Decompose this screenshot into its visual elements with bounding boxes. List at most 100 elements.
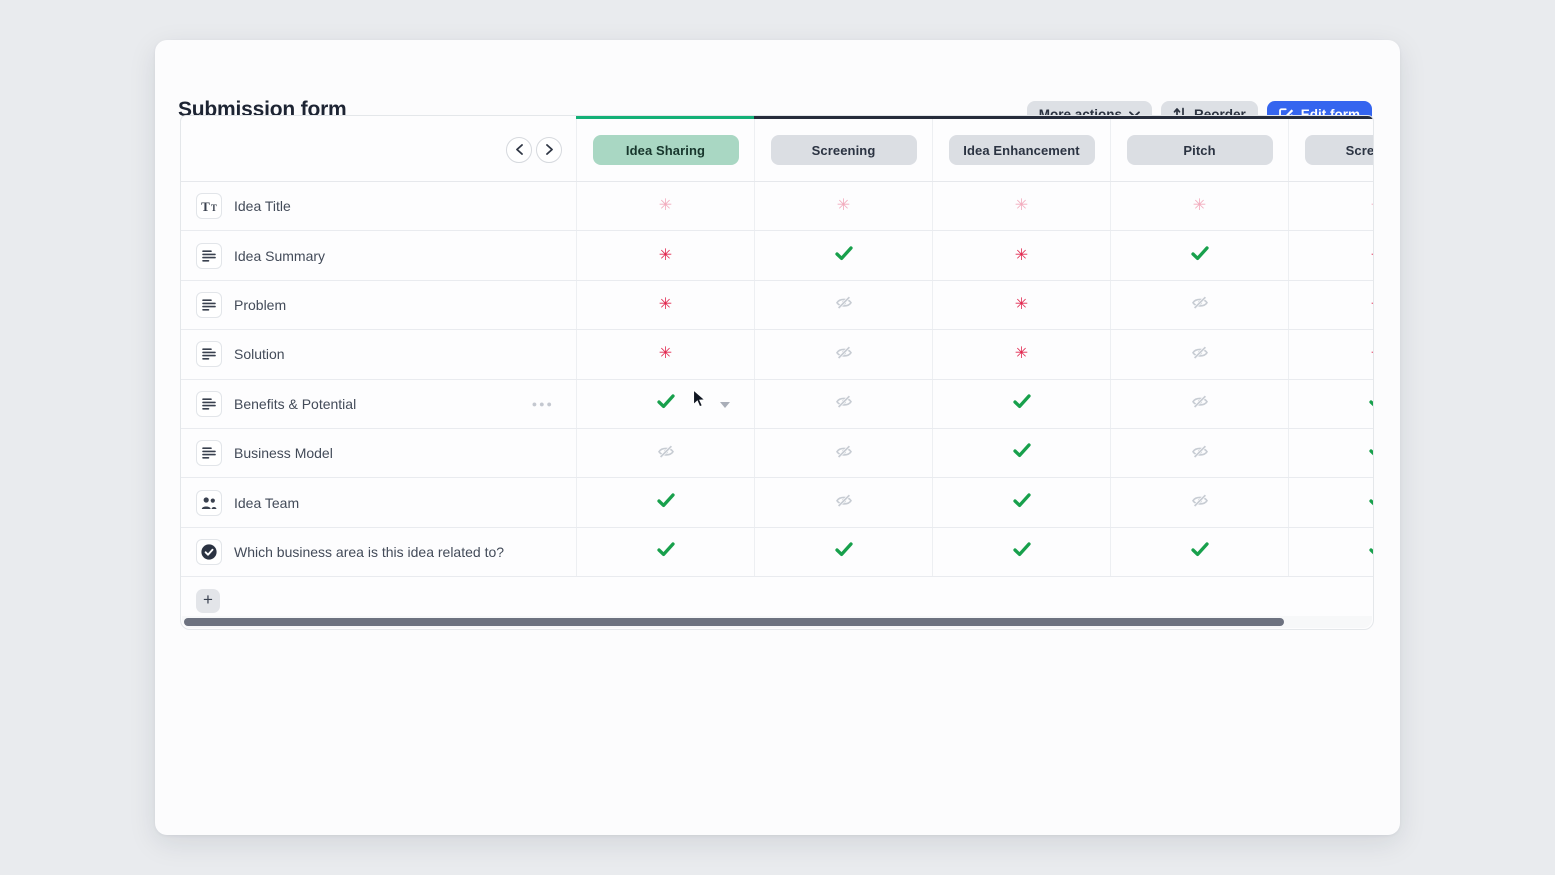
caret-down-icon[interactable] <box>719 395 730 413</box>
matrix-cell-included[interactable] <box>932 379 1110 428</box>
horizontal-scrollbar[interactable] <box>182 616 1372 628</box>
field-label-cell[interactable]: Benefits & Potential ●●● <box>181 380 576 428</box>
matrix-cell-included[interactable] <box>932 527 1110 577</box>
matrix-cell-required-muted[interactable]: ✳ <box>932 182 1110 231</box>
row-menu-icon[interactable]: ●●● <box>532 399 554 409</box>
stage-nav-cell <box>181 119 576 181</box>
add-field-button[interactable]: + <box>196 589 220 614</box>
field-label-cell[interactable]: Idea Team <box>181 478 576 526</box>
matrix-cell-included[interactable] <box>1288 379 1373 428</box>
matrix-cell-included[interactable] <box>754 231 932 280</box>
field-label-cell[interactable]: Which business area is this idea related… <box>181 528 576 576</box>
table-row: Business Model <box>181 428 1373 479</box>
matrix-cell-included[interactable] <box>576 478 754 527</box>
table-row: Benefits & Potential ●●● <box>181 379 1373 429</box>
matrix-cell-hidden[interactable] <box>1110 478 1288 527</box>
matrix-cell-included[interactable] <box>1288 478 1373 527</box>
check-icon <box>834 245 853 266</box>
check-icon <box>1012 542 1031 562</box>
mouse-cursor <box>692 388 708 414</box>
matrix-cell-required-muted[interactable]: ✳ <box>754 182 932 231</box>
matrix-cell-required[interactable]: ✳ <box>576 231 754 280</box>
matrix-cell-required[interactable]: ✳ <box>932 280 1110 330</box>
matrix-cell-required-muted[interactable]: ✳ <box>1110 182 1288 231</box>
eye-off-icon <box>1191 393 1209 414</box>
matrix-cell-required[interactable]: ✳ <box>932 330 1110 379</box>
matrix-cell-included[interactable] <box>1288 527 1373 577</box>
table-row: Idea Summary ✳ ✳ ✳ <box>181 231 1373 281</box>
matrix-cell-required[interactable]: ✳ <box>1288 231 1373 280</box>
prev-stage-button[interactable] <box>506 137 532 163</box>
matrix-cell-hidden[interactable] <box>1110 330 1288 379</box>
eye-off-icon <box>835 344 853 365</box>
scrollbar-thumb[interactable] <box>184 618 1284 626</box>
required-asterisk-icon: ✳ <box>658 246 673 264</box>
check-icon <box>834 542 853 562</box>
check-icon <box>656 492 675 513</box>
table-row: Idea Team <box>181 478 1373 528</box>
matrix-cell-required-muted[interactable]: ✳ <box>1288 182 1373 231</box>
paragraph-field-icon <box>196 440 222 467</box>
stage-tab[interactable]: Screening <box>1304 135 1373 165</box>
field-label-cell[interactable]: Business Model <box>181 429 576 477</box>
stage-tab[interactable]: Screening <box>770 135 917 165</box>
required-asterisk-icon: ✳ <box>658 345 673 363</box>
required-asterisk-icon: ✳ <box>1371 247 1373 264</box>
matrix-cell-included[interactable] <box>932 428 1110 478</box>
field-label-cell[interactable]: Problem <box>181 281 576 329</box>
required-asterisk-icon: ✳ <box>658 295 673 313</box>
check-icon <box>1368 394 1373 414</box>
matrix-cell-required[interactable]: ✳ <box>576 280 754 330</box>
field-label-cell[interactable]: Idea Summary <box>181 231 576 279</box>
field-label: Which business area is this idea related… <box>234 543 505 560</box>
required-asterisk-muted-icon: ✳ <box>836 197 851 215</box>
paragraph-field-icon <box>196 242 222 269</box>
field-label: Idea Team <box>234 494 300 511</box>
matrix-cell-hidden[interactable] <box>754 330 932 379</box>
stage-column-header: Idea Enhancement <box>932 119 1110 181</box>
stage-header-row: Idea Sharing Screening Idea Enhancement Pit… <box>181 119 1373 182</box>
field-label-cell[interactable]: T T Idea Title <box>181 182 576 230</box>
check-icon <box>656 542 675 562</box>
field-label: Business Model <box>234 445 333 462</box>
matrix-cell-hidden[interactable] <box>576 428 754 478</box>
eye-off-icon <box>1191 344 1209 365</box>
table-row: Problem ✳ ✳ ✳ <box>181 280 1373 331</box>
matrix-cell-required[interactable]: ✳ <box>1288 280 1373 330</box>
matrix-cell-hidden[interactable] <box>754 478 932 527</box>
matrix-cell-required[interactable]: ✳ <box>932 231 1110 280</box>
required-asterisk-icon: ✳ <box>1014 246 1029 264</box>
check-icon <box>656 394 675 414</box>
stage-tab[interactable]: Pitch <box>1126 135 1273 165</box>
paragraph-field-icon <box>196 341 222 368</box>
matrix-cell-included[interactable] <box>1110 527 1288 577</box>
eye-off-icon <box>835 294 853 315</box>
matrix-cell-hidden[interactable] <box>754 428 932 478</box>
matrix-cell-hidden[interactable] <box>754 280 932 330</box>
paragraph-field-icon <box>196 390 222 417</box>
matrix-cell-included[interactable] <box>754 527 932 577</box>
matrix-cell-required[interactable]: ✳ <box>576 330 754 379</box>
required-asterisk-muted-icon: ✳ <box>658 197 673 215</box>
stage-column-header: Idea Sharing <box>576 119 754 181</box>
stage-tab[interactable]: Idea Sharing <box>592 135 739 165</box>
matrix-cell-hidden[interactable] <box>1110 280 1288 330</box>
matrix-cell-hidden[interactable] <box>1110 428 1288 478</box>
field-label-cell[interactable]: Solution <box>181 330 576 378</box>
matrix-cell-hidden[interactable] <box>754 379 932 428</box>
matrix-cell-required[interactable]: ✳ <box>1288 330 1373 379</box>
field-rows: TT Idea Title ✳ ✳ ✳ ✳ ✳ Idea Summary ✳ ✳ ✳ Problem ✳… <box>181 182 1373 578</box>
eye-off-icon <box>835 443 853 464</box>
matrix-cell-included[interactable] <box>1288 428 1373 478</box>
matrix-cell-included[interactable] <box>576 527 754 577</box>
title-field-icon: TT <box>196 193 222 220</box>
matrix-cell-included[interactable] <box>1110 231 1288 280</box>
stage-tab[interactable]: Idea Enhancement <box>948 135 1095 165</box>
matrix-cell-included[interactable] <box>576 379 754 428</box>
field-label: Idea Title <box>234 198 291 215</box>
matrix-cell-required-muted[interactable]: ✳ <box>576 182 754 231</box>
next-stage-button[interactable] <box>536 137 562 163</box>
matrix-cell-included[interactable] <box>932 478 1110 527</box>
chevron-right-icon <box>545 143 554 158</box>
matrix-cell-hidden[interactable] <box>1110 379 1288 428</box>
